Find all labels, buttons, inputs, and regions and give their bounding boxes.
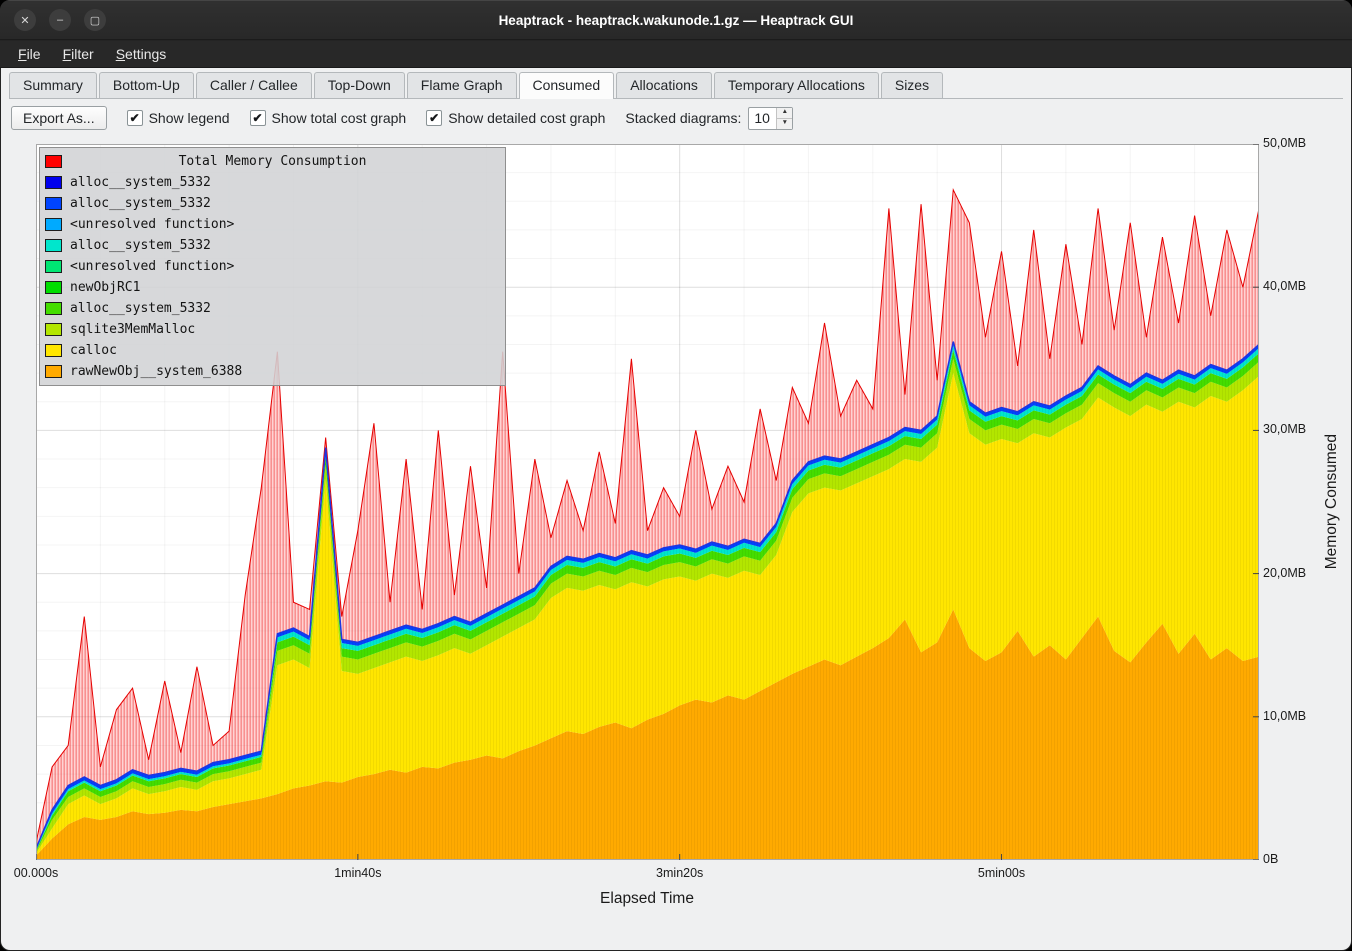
- legend-entry-label: alloc__system_5332: [70, 238, 211, 253]
- tab-allocations[interactable]: Allocations: [616, 72, 712, 98]
- legend-entry-label: alloc__system_5332: [70, 196, 211, 211]
- legend-color-swatch: [45, 197, 62, 210]
- checkbox-label: Show legend: [149, 110, 230, 126]
- minimize-button[interactable]: –: [49, 9, 71, 31]
- y-axis-title: Memory Consumed: [1323, 434, 1341, 569]
- checkbox-box-icon: ✔: [426, 110, 442, 126]
- legend-color-swatch: [45, 365, 62, 378]
- legend-entry: alloc__system_5332: [45, 298, 500, 319]
- legend-color-swatch: [45, 260, 62, 273]
- x-tick-label: 5min00s: [978, 866, 1025, 880]
- legend-entry: <unresolved function>: [45, 214, 500, 235]
- legend-entry: alloc__system_5332: [45, 193, 500, 214]
- legend-entry: sqlite3MemMalloc: [45, 319, 500, 340]
- legend-color-swatch: [45, 155, 62, 168]
- legend-entry: alloc__system_5332: [45, 172, 500, 193]
- spin-down-button[interactable]: ▼: [777, 118, 792, 129]
- legend-entry: rawNewObj__system_6388: [45, 361, 500, 382]
- y-tick-label: 40,0MB: [1263, 279, 1319, 293]
- stacked-diagrams-label: Stacked diagrams:: [625, 110, 741, 126]
- y-tick-label: 50,0MB: [1263, 136, 1319, 150]
- checkbox-group: ✔ Show legend ✔ Show total cost graph ✔ Show …: [127, 110, 606, 126]
- chart-toolbar: Export As... ✔ Show legend ✔ Show total cos…: [11, 104, 1341, 132]
- legend-color-swatch: [45, 239, 62, 252]
- maximize-icon: ▢: [90, 14, 100, 27]
- legend-entry-label: alloc__system_5332: [70, 301, 211, 316]
- main-content: SummaryBottom-UpCaller / CalleeTop-DownF…: [1, 68, 1351, 950]
- y-tick-label: 20,0MB: [1263, 566, 1319, 580]
- legend-title: Total Memory Consumption: [70, 154, 475, 169]
- chart-area: Total Memory Consumption alloc__system_53…: [1, 134, 1351, 950]
- stacked-diagrams-value: 10: [749, 108, 776, 129]
- tab-temporary-allocations[interactable]: Temporary Allocations: [714, 72, 879, 98]
- legend-entry: <unresolved function>: [45, 256, 500, 277]
- menubar: FileFilterSettings: [0, 41, 1352, 68]
- window-title: Heaptrack - heaptrack.wakunode.1.gz — He…: [0, 1, 1352, 39]
- tab-top-down[interactable]: Top-Down: [314, 72, 405, 98]
- titlebar: ✕ – ▢ Heaptrack - heaptrack.wakunode.1.g…: [0, 0, 1352, 40]
- x-tick-label: 00.000s: [14, 866, 58, 880]
- legend-entry-label: sqlite3MemMalloc: [70, 322, 195, 337]
- legend-color-swatch: [45, 281, 62, 294]
- show-detailed-cost-graph-checkbox[interactable]: ✔ Show detailed cost graph: [426, 110, 605, 126]
- legend-entry-label: alloc__system_5332: [70, 175, 211, 190]
- x-axis-title: Elapsed Time: [600, 890, 694, 908]
- legend-entry-label: newObjRC1: [70, 280, 140, 295]
- menu-file[interactable]: File: [8, 43, 51, 65]
- spin-up-button[interactable]: ▲: [777, 108, 792, 118]
- y-tick-label: 10,0MB: [1263, 709, 1319, 723]
- menu-settings[interactable]: Settings: [106, 43, 177, 65]
- checkbox-label: Show total cost graph: [272, 110, 407, 126]
- legend-title-row: Total Memory Consumption: [45, 151, 500, 172]
- stacked-diagrams-spinbox[interactable]: 10 ▲ ▼: [748, 107, 793, 130]
- tab-bar: SummaryBottom-UpCaller / CalleeTop-DownF…: [9, 72, 1343, 99]
- tab-summary[interactable]: Summary: [9, 72, 97, 98]
- menu-filter[interactable]: Filter: [53, 43, 104, 65]
- tab-caller-callee[interactable]: Caller / Callee: [196, 72, 312, 98]
- maximize-button[interactable]: ▢: [84, 9, 106, 31]
- checkbox-label: Show detailed cost graph: [448, 110, 605, 126]
- legend-color-swatch: [45, 218, 62, 231]
- legend-entry: calloc: [45, 340, 500, 361]
- checkbox-box-icon: ✔: [250, 110, 266, 126]
- export-as-button[interactable]: Export As...: [11, 106, 107, 130]
- minimize-icon: –: [57, 14, 63, 26]
- x-tick-label: 1min40s: [334, 866, 381, 880]
- legend-entry: alloc__system_5332: [45, 235, 500, 256]
- legend-entry-label: rawNewObj__system_6388: [70, 364, 242, 379]
- spin-buttons: ▲ ▼: [776, 108, 792, 129]
- chart-legend: Total Memory Consumption alloc__system_53…: [39, 147, 506, 386]
- checkbox-box-icon: ✔: [127, 110, 143, 126]
- show-total-cost-graph-checkbox[interactable]: ✔ Show total cost graph: [250, 110, 407, 126]
- close-button[interactable]: ✕: [14, 9, 36, 31]
- legend-entry-label: calloc: [70, 343, 117, 358]
- tab-flame-graph[interactable]: Flame Graph: [407, 72, 517, 98]
- legend-color-swatch: [45, 344, 62, 357]
- close-icon: ✕: [20, 14, 29, 27]
- tab-sizes[interactable]: Sizes: [881, 72, 943, 98]
- stacked-diagrams-group: Stacked diagrams: 10 ▲ ▼: [625, 107, 793, 130]
- y-axis-title-wrap: Memory Consumed: [1317, 144, 1347, 860]
- legend-color-swatch: [45, 302, 62, 315]
- heaptrack-window: ✕ – ▢ Heaptrack - heaptrack.wakunode.1.g…: [0, 0, 1352, 951]
- chevron-up-icon: ▲: [782, 109, 788, 116]
- window-controls: ✕ – ▢: [14, 1, 106, 39]
- tab-consumed[interactable]: Consumed: [519, 72, 615, 99]
- y-tick-label: 0B: [1263, 852, 1319, 866]
- legend-entry-label: <unresolved function>: [70, 259, 234, 274]
- legend-color-swatch: [45, 176, 62, 189]
- legend-color-swatch: [45, 323, 62, 336]
- legend-entry: newObjRC1: [45, 277, 500, 298]
- x-tick-label: 3min20s: [656, 866, 703, 880]
- tab-bottom-up[interactable]: Bottom-Up: [99, 72, 194, 98]
- legend-entry-label: <unresolved function>: [70, 217, 234, 232]
- chevron-down-icon: ▼: [782, 120, 788, 127]
- y-tick-label: 30,0MB: [1263, 422, 1319, 436]
- show-legend-checkbox[interactable]: ✔ Show legend: [127, 110, 230, 126]
